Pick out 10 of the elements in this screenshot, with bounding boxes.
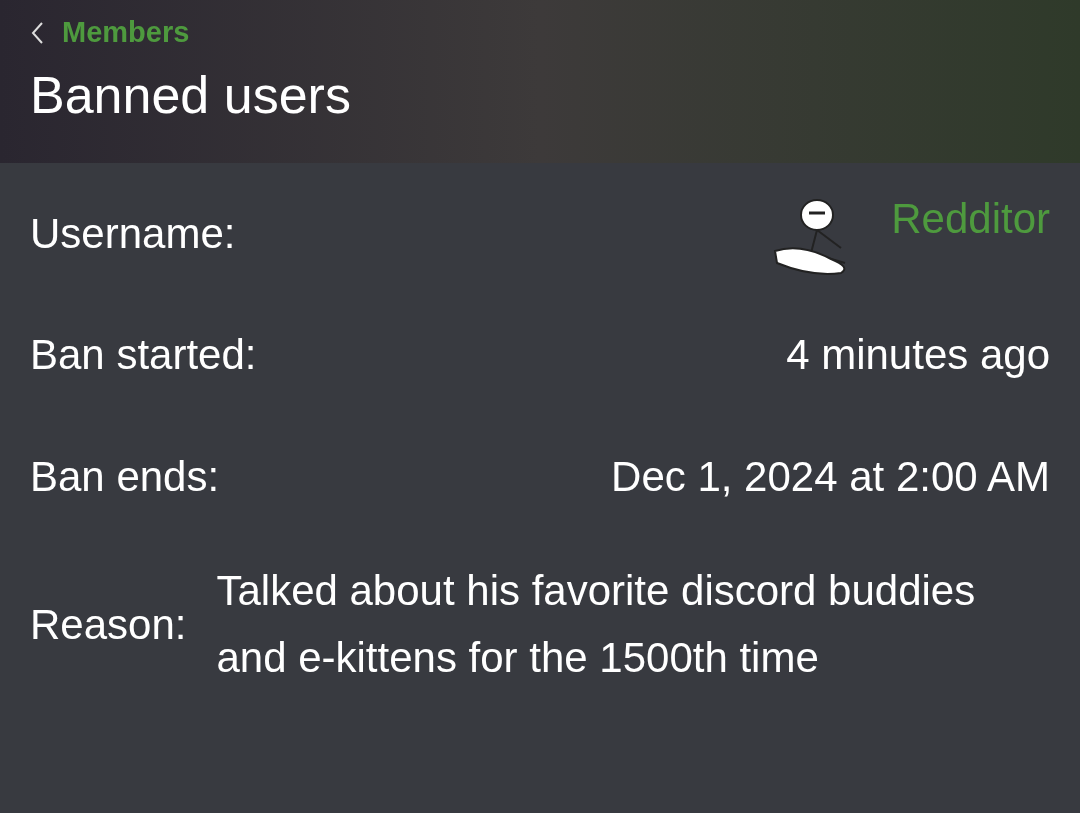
field-label: Ban started: (30, 329, 257, 380)
field-label: Ban ends: (30, 451, 220, 502)
field-value: Dec 1, 2024 at 2:00 AM (611, 451, 1050, 502)
field-value: 4 minutes ago (786, 329, 1050, 380)
back-link[interactable]: Members (30, 14, 1050, 52)
reason-text: Talked about his favorite discord buddies and e-kittens for the 1500th time (216, 566, 977, 683)
page-title: Banned users (30, 65, 352, 126)
field-label: Username: (30, 208, 236, 259)
field-label: Reason: (30, 599, 187, 650)
username-link[interactable]: Redditor (891, 187, 1050, 250)
